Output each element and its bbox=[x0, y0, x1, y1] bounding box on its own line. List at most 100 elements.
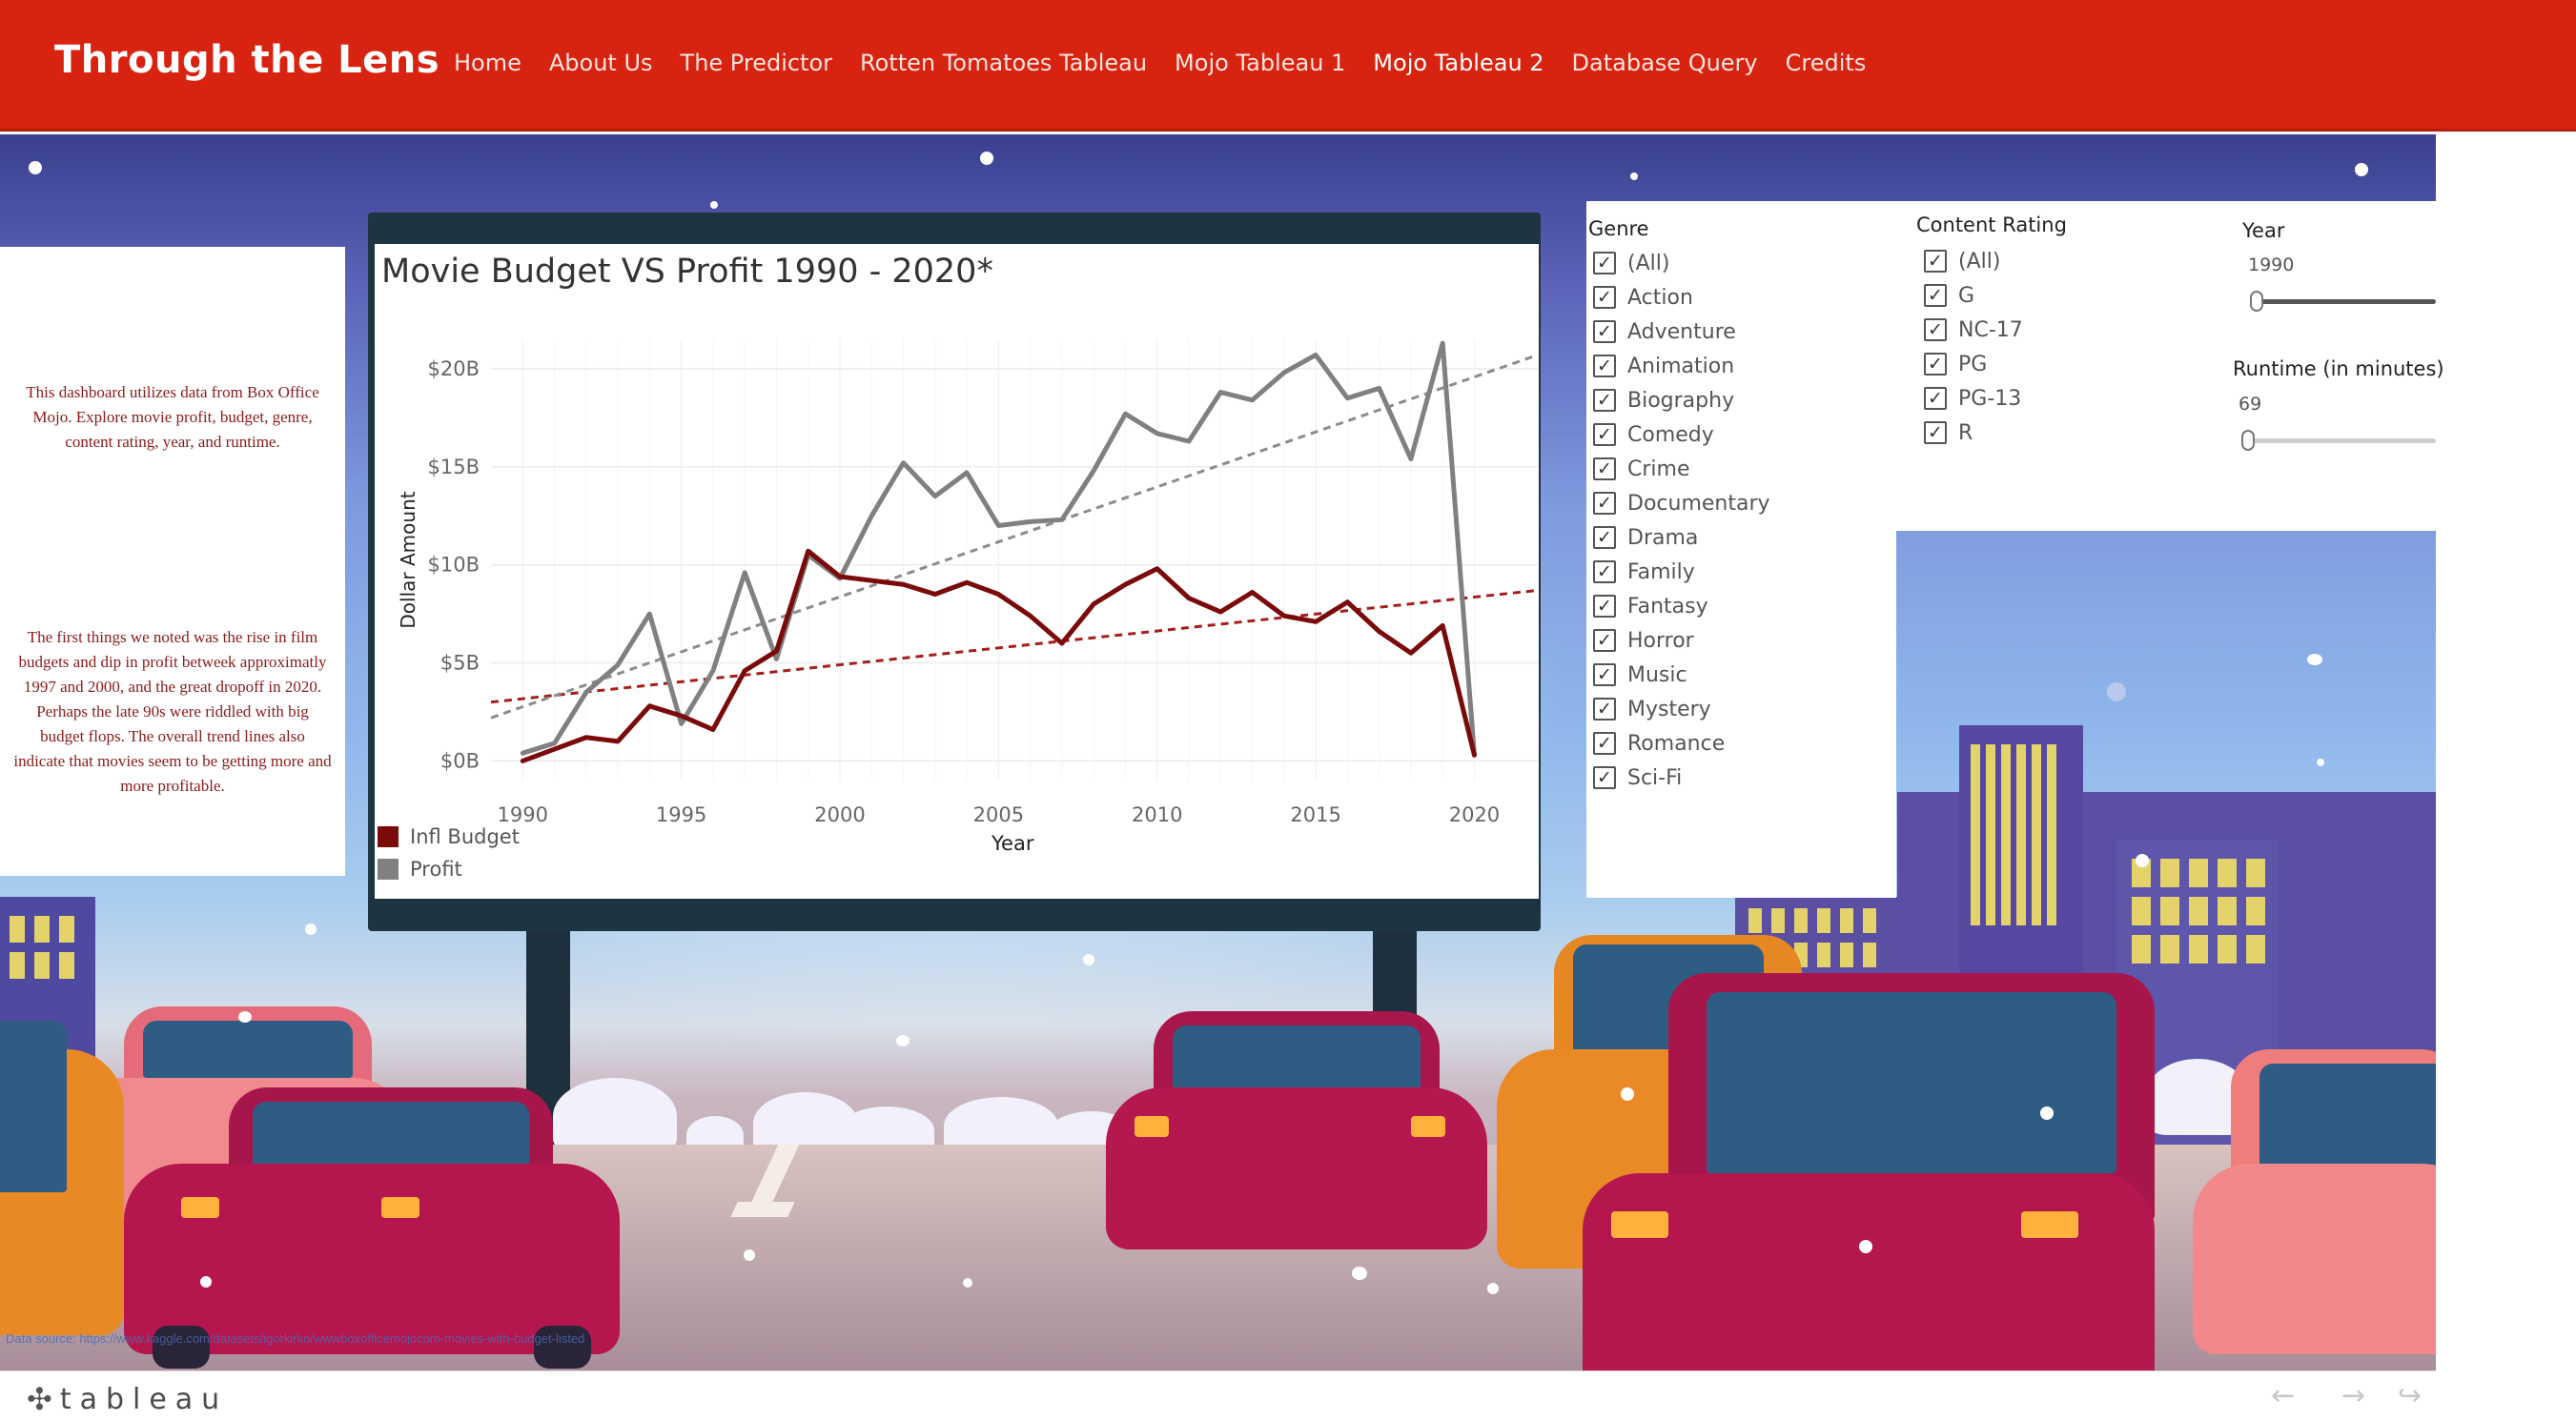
content-rating-option[interactable]: ✓ (All) bbox=[1924, 244, 2023, 278]
snowflake bbox=[238, 1011, 252, 1023]
year-slider-value: 1990 bbox=[2248, 254, 2295, 275]
genre-option-label: Drama bbox=[1627, 525, 1699, 550]
snowflake bbox=[1083, 954, 1094, 965]
genre-option[interactable]: ✓ (All) bbox=[1593, 246, 1770, 280]
checkbox-checked-icon[interactable]: ✓ bbox=[1924, 284, 1947, 307]
share-icon[interactable]: ↪ bbox=[2398, 1379, 2422, 1412]
checkbox-checked-icon[interactable]: ✓ bbox=[1593, 732, 1616, 755]
checkbox-checked-icon[interactable]: ✓ bbox=[1593, 629, 1616, 652]
checkbox-checked-icon[interactable]: ✓ bbox=[1593, 252, 1616, 274]
chart-legend: Infl Budget Profit bbox=[378, 825, 520, 890]
undo-arrow-icon[interactable]: ← bbox=[2271, 1379, 2295, 1412]
genre-option[interactable]: ✓ Music bbox=[1593, 658, 1770, 692]
nav-link-mojo-tableau-2[interactable]: Mojo Tableau 2 bbox=[1373, 50, 1544, 76]
nav-link-credits[interactable]: Credits bbox=[1786, 50, 1867, 76]
checkbox-checked-icon[interactable]: ✓ bbox=[1593, 526, 1616, 549]
nav-link-database-query[interactable]: Database Query bbox=[1572, 50, 1758, 76]
nav-link-about-us[interactable]: About Us bbox=[549, 50, 653, 76]
checkbox-checked-icon[interactable]: ✓ bbox=[1593, 766, 1616, 789]
checkbox-checked-icon[interactable]: ✓ bbox=[1593, 595, 1616, 618]
checkbox-checked-icon[interactable]: ✓ bbox=[1593, 560, 1616, 583]
car-taillight bbox=[1411, 1116, 1445, 1137]
genre-option[interactable]: ✓ Drama bbox=[1593, 520, 1770, 555]
nav-link-mojo-tableau-1[interactable]: Mojo Tableau 1 bbox=[1175, 50, 1345, 76]
content-rating-filter-list: ✓ (All) ✓ G ✓ NC-17 ✓ PG ✓ PG-13 ✓ R bbox=[1924, 244, 2023, 450]
checkbox-checked-icon[interactable]: ✓ bbox=[1924, 250, 1947, 273]
genre-option-label: Music bbox=[1627, 662, 1687, 687]
x-axis-title: Year bbox=[992, 832, 1034, 855]
checkbox-checked-icon[interactable]: ✓ bbox=[1593, 355, 1616, 377]
checkbox-checked-icon[interactable]: ✓ bbox=[1593, 286, 1616, 309]
y-tick-label: $5B bbox=[440, 652, 480, 675]
year-slider-thumb[interactable] bbox=[2250, 291, 2263, 312]
snowflake bbox=[2136, 854, 2149, 867]
site-brand[interactable]: Through the Lens bbox=[54, 38, 440, 82]
snowflake bbox=[896, 1035, 910, 1046]
content-rating-option[interactable]: ✓ R bbox=[1924, 416, 2023, 450]
tableau-cross-icon: ✣ bbox=[27, 1381, 52, 1417]
content-rating-option[interactable]: ✓ PG-13 bbox=[1924, 381, 2023, 416]
tableau-logo[interactable]: ✣ tableau bbox=[27, 1381, 228, 1417]
nav-link-predictor[interactable]: The Predictor bbox=[681, 50, 832, 76]
checkbox-checked-icon[interactable]: ✓ bbox=[1593, 320, 1616, 343]
content-rating-option[interactable]: ✓ NC-17 bbox=[1924, 313, 2023, 347]
y-tick-label: $0B bbox=[440, 749, 480, 772]
genre-filter-heading: Genre bbox=[1588, 217, 1649, 240]
checkbox-checked-icon[interactable]: ✓ bbox=[1924, 421, 1947, 444]
genre-option[interactable]: ✓ Crime bbox=[1593, 452, 1770, 486]
genre-filter-list: ✓ (All) ✓ Action ✓ Adventure ✓ Animation ✓ Biogra… bbox=[1593, 246, 1770, 795]
data-source-link[interactable]: Data source: https://www.kaggle.com/data… bbox=[6, 1331, 584, 1346]
car-taillight bbox=[1135, 1116, 1169, 1137]
checkbox-checked-icon[interactable]: ✓ bbox=[1593, 423, 1616, 446]
genre-option[interactable]: ✓ Romance bbox=[1593, 726, 1770, 761]
genre-option[interactable]: ✓ Animation bbox=[1593, 349, 1770, 383]
budget-profit-chart[interactable]: 1990 1995 2000 2005 2010 2015 2020 $0B $5B $10B $1… bbox=[375, 287, 1539, 840]
genre-option[interactable]: ✓ Adventure bbox=[1593, 315, 1770, 349]
genre-option[interactable]: ✓ Mystery bbox=[1593, 692, 1770, 726]
legend-item-infl-budget[interactable]: Infl Budget bbox=[378, 825, 520, 848]
checkbox-checked-icon[interactable]: ✓ bbox=[1593, 389, 1616, 412]
snowflake bbox=[1859, 1240, 1872, 1253]
genre-option[interactable]: ✓ Biography bbox=[1593, 383, 1770, 417]
genre-option[interactable]: ✓ Fantasy bbox=[1593, 589, 1770, 623]
x-tick-label: 2015 bbox=[1290, 803, 1340, 826]
car-right-pink bbox=[2193, 1164, 2436, 1354]
content-rating-option-label: NC-17 bbox=[1958, 317, 2023, 342]
genre-option[interactable]: ✓ Horror bbox=[1593, 623, 1770, 658]
nav-link-rotten-tomatoes-tableau[interactable]: Rotten Tomatoes Tableau bbox=[860, 50, 1147, 76]
content-rating-option[interactable]: ✓ G bbox=[1924, 278, 2023, 313]
year-filter-heading: Year bbox=[2242, 219, 2285, 242]
nav-link-home[interactable]: Home bbox=[454, 50, 521, 76]
year-slider-track[interactable] bbox=[2256, 299, 2436, 304]
checkbox-checked-icon[interactable]: ✓ bbox=[1924, 318, 1947, 341]
genre-option[interactable]: ✓ Documentary bbox=[1593, 486, 1770, 520]
runtime-filter-heading: Runtime (in minutes) bbox=[2233, 357, 2444, 380]
snowflake bbox=[1621, 1087, 1634, 1101]
redo-arrow-icon[interactable]: → bbox=[2341, 1379, 2365, 1412]
checkbox-checked-icon[interactable]: ✓ bbox=[1593, 698, 1616, 721]
content-rating-filter-heading: Content Rating bbox=[1916, 213, 2067, 236]
genre-option-label: Adventure bbox=[1627, 319, 1736, 344]
description-paragraph-2: The first things we noted was the rise i… bbox=[13, 628, 332, 795]
checkbox-checked-icon[interactable]: ✓ bbox=[1924, 387, 1947, 410]
content-rating-option-label: PG-13 bbox=[1958, 386, 2022, 411]
genre-option[interactable]: ✓ Family bbox=[1593, 555, 1770, 589]
chart-title: Movie Budget VS Profit 1990 - 2020* bbox=[381, 253, 993, 291]
runtime-slider-thumb[interactable] bbox=[2241, 430, 2255, 451]
content-rating-option-label: R bbox=[1958, 420, 1973, 445]
genre-option[interactable]: ✓ Action bbox=[1593, 280, 1770, 315]
genre-option[interactable]: ✓ Sci-Fi bbox=[1593, 761, 1770, 795]
snowflake bbox=[29, 161, 42, 174]
genre-option[interactable]: ✓ Comedy bbox=[1593, 417, 1770, 452]
content-rating-option-label: (All) bbox=[1958, 249, 2001, 274]
checkbox-checked-icon[interactable]: ✓ bbox=[1593, 663, 1616, 686]
car-window bbox=[253, 1102, 529, 1168]
lane-marking bbox=[730, 1202, 795, 1217]
checkbox-checked-icon[interactable]: ✓ bbox=[1593, 457, 1616, 480]
checkbox-checked-icon[interactable]: ✓ bbox=[1593, 492, 1616, 515]
legend-item-profit[interactable]: Profit bbox=[378, 858, 520, 881]
content-rating-option[interactable]: ✓ PG bbox=[1924, 347, 2023, 381]
checkbox-checked-icon[interactable]: ✓ bbox=[1924, 353, 1947, 376]
runtime-slider-track[interactable] bbox=[2248, 438, 2436, 443]
genre-option-label: Animation bbox=[1627, 354, 1735, 378]
